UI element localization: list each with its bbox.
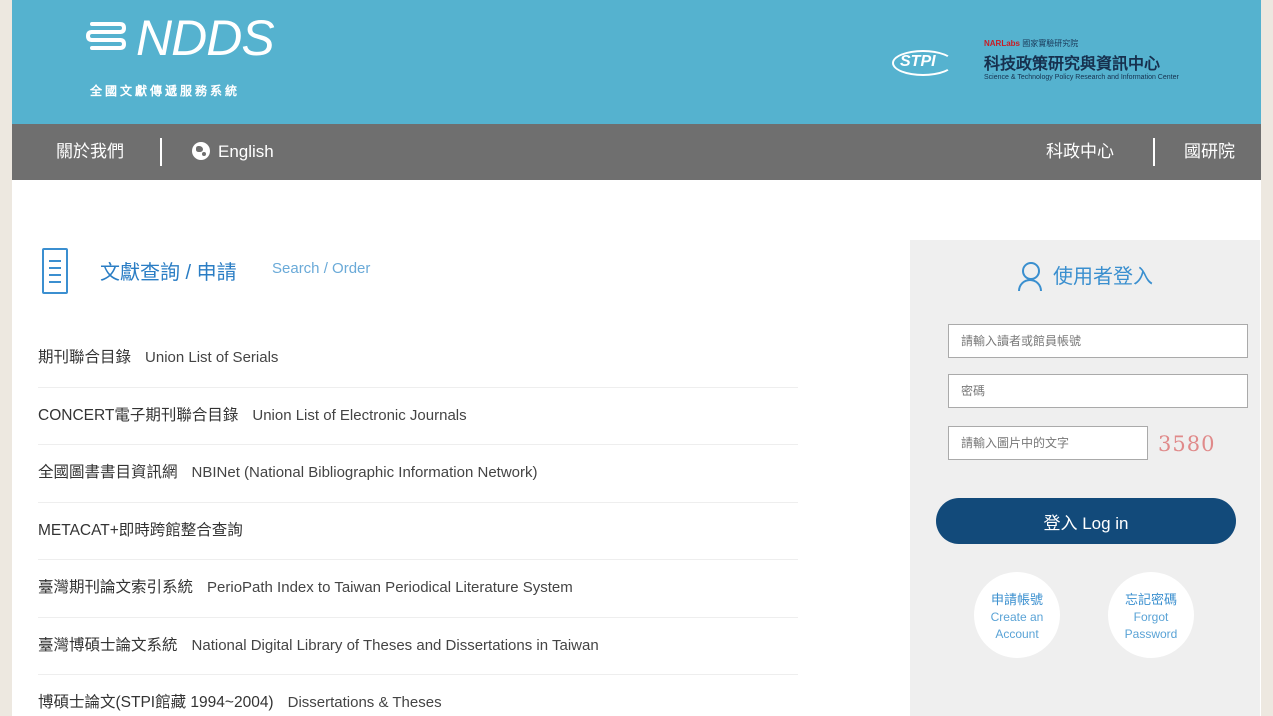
list-item[interactable]: 臺灣期刊論文索引系統 PerioPath Index to Taiwan Peri… [38,560,798,618]
stpi-name: 科技政策研究與資訊中心 [984,54,1161,73]
stpi-logo[interactable]: STPI NARLabs 國家實驗研究院 科技政策研究與資訊中心 Science… [890,34,1230,98]
stpi-mark-icon: STPI [890,48,956,78]
database-list: 期刊聯合目錄 Union List of Serials CONCERT電子期刊聯… [38,330,798,716]
password-input[interactable] [948,374,1248,408]
login-panel: 使用者登入 3580 登入 Log in 申請帳號 Create an Acco… [910,240,1260,716]
top-nav: 關於我們 English 科政中心 國研院 [12,124,1261,180]
stack-logo-icon [85,22,127,50]
logo-subtitle: 全國文獻傳遞服務系統 [90,84,241,98]
stpi-english-name: Science & Technology Policy Research and… [984,74,1179,81]
create-account-button[interactable]: 申請帳號 Create an Account [974,572,1060,658]
nav-stpi[interactable]: 科政中心 [1046,124,1114,180]
forgot-password-button[interactable]: 忘記密碼 Forgot Password [1108,572,1194,658]
narlabs-brand: NARLabs [984,39,1021,48]
nav-divider [1153,138,1155,166]
list-item[interactable]: 全國圖書書目資訊網 NBINet (National Bibliographic … [38,445,798,503]
nav-divider [160,138,162,166]
nav-english-label: English [218,142,274,161]
captcha-image[interactable]: 3580 [1158,432,1215,456]
nav-english[interactable]: English [192,124,274,180]
list-item[interactable]: 期刊聯合目錄 Union List of Serials [38,330,798,388]
nav-narl[interactable]: 國研院 [1184,124,1235,180]
header-banner: NDDS 全國文獻傳遞服務系統 STPI NARLabs 國家實驗研究院 科技政… [12,0,1261,124]
list-item[interactable]: 博碩士論文(STPI館藏 1994~2004) Dissertations & T… [38,675,798,716]
nav-about[interactable]: 關於我們 [56,124,124,180]
section-title: 文獻查詢 / 申請 [100,262,237,284]
page: NDDS 全國文獻傳遞服務系統 STPI NARLabs 國家實驗研究院 科技政… [12,0,1261,716]
logo-title: NDDS [136,10,275,66]
globe-icon [192,142,210,160]
document-icon [42,248,68,294]
account-input[interactable] [948,324,1248,358]
login-title: 使用者登入 [910,260,1260,291]
stpi-mark-text: STPI [900,53,936,70]
narlabs-label: NARLabs 國家實驗研究院 [984,38,1078,49]
list-item[interactable]: 臺灣博碩士論文系統 National Digital Library of The… [38,618,798,675]
captcha-input[interactable] [948,426,1148,460]
ndds-logo[interactable]: NDDS 全國文獻傳遞服務系統 [84,10,304,104]
narlabs-name: 國家實驗研究院 [1022,39,1079,48]
user-icon [1017,261,1043,291]
login-button[interactable]: 登入 Log in [936,498,1236,544]
list-item[interactable]: CONCERT電子期刊聯合目錄 Union List of Electronic … [38,388,798,445]
section-subtitle: Search / Order [272,260,371,277]
login-title-label: 使用者登入 [1053,266,1153,288]
list-item[interactable]: METACAT+即時跨館整合查詢 [38,503,798,560]
